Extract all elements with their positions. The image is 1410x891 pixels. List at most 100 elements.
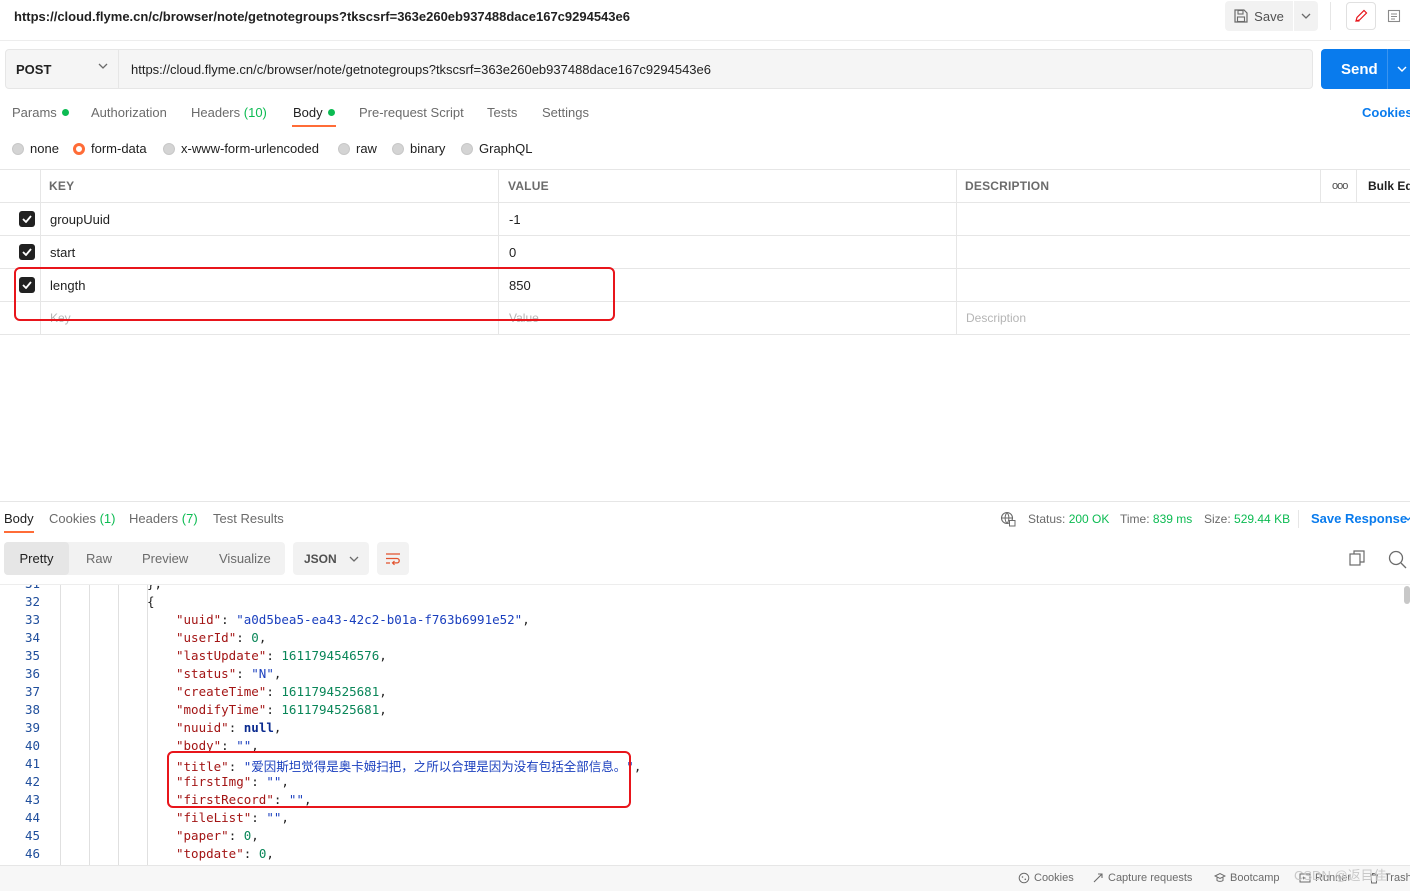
globe-icon[interactable]	[1000, 511, 1016, 527]
json-value: 0	[251, 630, 259, 645]
divider	[956, 169, 957, 335]
response-tab-cookies[interactable]: Cookies (1)	[49, 511, 115, 526]
view-visualize[interactable]: Visualize	[219, 542, 271, 575]
active-dot	[327, 109, 335, 116]
cookies-link[interactable]: Cookies	[1362, 105, 1410, 120]
radio-circle	[392, 142, 404, 155]
checkbox-checked[interactable]	[19, 211, 35, 227]
view-preview[interactable]: Preview	[142, 542, 188, 575]
line-number: 32	[24, 594, 40, 609]
json-key: modifyTime	[183, 702, 259, 717]
json-value: null	[243, 720, 274, 735]
response-tab-headers[interactable]: Headers (7)	[129, 511, 198, 526]
capture-icon	[1093, 873, 1103, 883]
check-icon	[22, 215, 32, 223]
line-number: 38	[24, 702, 40, 717]
key-cell[interactable]: start	[50, 236, 75, 268]
tab-params[interactable]: Params	[12, 105, 69, 120]
radio-circle	[12, 142, 24, 155]
footer-label: Bootcamp	[1230, 872, 1280, 884]
edit-button[interactable]	[1346, 2, 1376, 30]
line-number: 33	[24, 612, 40, 627]
response-status: Status: 200 OK	[1028, 512, 1109, 526]
watermark: CSDN @返目佳	[1294, 868, 1387, 883]
method-value: POST	[16, 61, 52, 77]
tab-headers[interactable]: Headers (10)	[191, 105, 267, 120]
footer-capture-requests[interactable]: Capture requests	[1092, 872, 1192, 884]
format-select[interactable]: JSON	[293, 542, 369, 575]
response-code-viewer[interactable]: 31}, 32 {33 "uuid": "a0d5bea5-ea43-42c2-b01…	[0, 585, 1406, 865]
line-number: 34	[24, 630, 40, 645]
method-select[interactable]: POST	[5, 49, 119, 89]
response-tab-test-results[interactable]: Test Results	[213, 511, 284, 526]
json-key: lastUpdate	[183, 648, 259, 663]
indent-guide	[89, 585, 90, 865]
scrollbar[interactable]	[1404, 586, 1410, 604]
tab-label: Pre-request Script	[359, 105, 464, 120]
tab-tests[interactable]: Tests	[487, 105, 517, 120]
check-icon	[22, 248, 32, 256]
description-input[interactable]: Description	[966, 302, 1026, 334]
save-label: Save	[1254, 8, 1284, 24]
format-value: JSON	[304, 551, 337, 566]
documentation-button[interactable]	[1382, 2, 1406, 30]
view-raw[interactable]: Raw	[86, 542, 112, 575]
status-value: 200 OK	[1068, 512, 1110, 526]
view-pretty[interactable]: Pretty	[4, 542, 69, 575]
save-response-button[interactable]: Save Response	[1311, 511, 1407, 526]
chevron-down-icon[interactable]	[1397, 66, 1407, 72]
json-value: 1611794525681	[281, 684, 380, 699]
copy-icon[interactable]	[1347, 548, 1367, 568]
code-line: "topdate": 0,	[176, 846, 274, 861]
radio-form-data[interactable]: form-data	[73, 141, 147, 156]
wrap-lines-button[interactable]	[377, 542, 409, 575]
tab-settings[interactable]: Settings	[542, 105, 589, 120]
divider	[1330, 2, 1331, 30]
code-line: "fileList": "",	[176, 810, 289, 825]
line-number: 31	[0, 585, 40, 591]
tab-body[interactable]: Body	[293, 105, 335, 120]
radio-none[interactable]: none	[12, 141, 59, 156]
tab-label: Params	[12, 105, 57, 120]
radio-label: none	[30, 141, 59, 156]
radio-label: raw	[356, 141, 377, 156]
indent-guide	[147, 585, 148, 865]
radio-label: form-data	[91, 141, 147, 156]
response-tab-body[interactable]: Body	[4, 511, 34, 526]
radio-graphql[interactable]: GraphQL	[461, 141, 532, 156]
radio-binary[interactable]: binary	[392, 141, 445, 156]
footer-bootcamp[interactable]: Bootcamp	[1214, 872, 1280, 884]
row-checkbox[interactable]	[19, 236, 35, 268]
radio-x-www-form-urlencoded[interactable]: x-www-form-urlencoded	[163, 141, 319, 156]
size-value: 529.44 KB	[1234, 512, 1291, 526]
tab-label: Headers	[191, 105, 241, 120]
save-button[interactable]: Save	[1225, 1, 1293, 31]
request-title[interactable]: https://cloud.flyme.cn/c/browser/note/ge…	[14, 9, 630, 24]
highlight-box	[14, 267, 615, 321]
value-cell[interactable]: -1	[509, 203, 521, 235]
url-input[interactable]: https://cloud.flyme.cn/c/browser/note/ge…	[119, 49, 1313, 89]
row-checkbox[interactable]	[19, 203, 35, 235]
active-tab-indicator	[292, 125, 336, 127]
more-options-button[interactable]: ooo	[1332, 170, 1348, 202]
checkbox-checked[interactable]	[19, 244, 35, 260]
tab-authorization[interactable]: Authorization	[91, 105, 167, 120]
active-dot	[61, 109, 69, 116]
chevron-down-icon	[98, 63, 108, 69]
tab-pre-request-script[interactable]: Pre-request Script	[359, 105, 464, 120]
send-button[interactable]: Send	[1321, 49, 1410, 89]
line-number: 39	[24, 720, 40, 735]
response-time: Time: 839 ms	[1120, 512, 1192, 526]
value-cell[interactable]: 0	[509, 236, 516, 268]
tab-label: Settings	[542, 105, 589, 120]
chevron-down-icon[interactable]	[1404, 516, 1410, 522]
active-tab-indicator	[4, 531, 34, 533]
radio-raw[interactable]: raw	[338, 141, 377, 156]
save-options-button[interactable]	[1294, 1, 1318, 31]
cookies-count: (1)	[99, 511, 116, 526]
key-cell[interactable]: groupUuid	[50, 203, 110, 235]
send-label: Send	[1341, 60, 1378, 78]
footer-cookies[interactable]: Cookies	[1018, 872, 1074, 884]
bulk-edit-button[interactable]: Bulk Ed	[1368, 170, 1410, 202]
search-icon[interactable]	[1386, 548, 1408, 570]
